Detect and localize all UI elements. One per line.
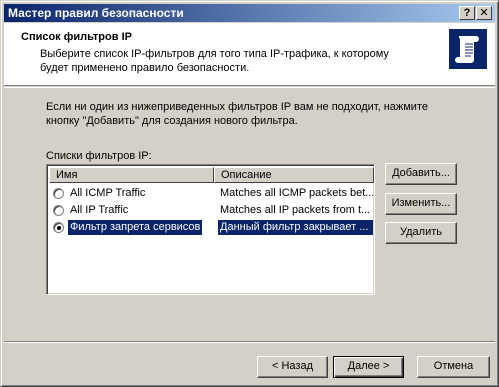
- help-button[interactable]: ?: [459, 6, 475, 20]
- filter-name: All ICMP Traffic: [70, 187, 146, 199]
- title-bar: Мастер правил безопасности ? ✕: [4, 4, 495, 22]
- filter-description: Данный фильтр закрывает ...: [218, 220, 373, 235]
- column-header-description[interactable]: Описание: [214, 167, 374, 183]
- filter-name: All IP Traffic: [70, 204, 129, 216]
- wizard-header: Список фильтров IP Выберите список IP-фи…: [4, 23, 495, 86]
- window-title: Мастер правил безопасности: [8, 6, 184, 20]
- filter-description: Matches all ICMP packets bet...: [220, 187, 373, 199]
- next-button[interactable]: Далее >: [333, 356, 404, 378]
- radio-button[interactable]: [53, 205, 64, 216]
- list-item[interactable]: All ICMP Traffic Matches all ICMP packet…: [49, 185, 374, 202]
- edit-button[interactable]: Изменить...: [385, 193, 457, 215]
- list-item[interactable]: All IP Traffic Matches all IP packets fr…: [49, 202, 374, 219]
- list-rows: All ICMP Traffic Matches all ICMP packet…: [49, 185, 374, 236]
- delete-button[interactable]: Удалить: [385, 222, 457, 244]
- scroll-document-icon: [449, 29, 487, 69]
- header-divider: [4, 87, 495, 88]
- footer-divider: [4, 341, 495, 343]
- back-button[interactable]: < Назад: [257, 356, 328, 378]
- column-header-name[interactable]: Имя: [49, 167, 214, 183]
- page-description: Выберите список IP-фильтров для того тип…: [40, 48, 389, 74]
- close-button[interactable]: ✕: [476, 6, 492, 20]
- wizard-window: Мастер правил безопасности ? ✕ Список фи…: [0, 0, 499, 387]
- radio-button[interactable]: [53, 222, 64, 233]
- page-title: Список фильтров IP: [21, 31, 132, 43]
- add-button[interactable]: Добавить...: [385, 163, 457, 185]
- radio-button[interactable]: [53, 188, 64, 199]
- list-item[interactable]: Фильтр запрета сервисов Данный фильтр за…: [49, 219, 374, 236]
- filter-list[interactable]: Имя Описание All ICMP Traffic Matches al…: [46, 164, 375, 295]
- intro-text: Если ни один из нижеприведенных фильтров…: [46, 101, 428, 127]
- cancel-button[interactable]: Отмена: [417, 356, 490, 378]
- filter-name: Фильтр запрета сервисов: [68, 220, 203, 235]
- filter-list-label: Списки фильтров IP:: [46, 150, 152, 162]
- list-header: Имя Описание: [49, 167, 374, 183]
- filter-description: Matches all IP packets from t...: [220, 204, 371, 216]
